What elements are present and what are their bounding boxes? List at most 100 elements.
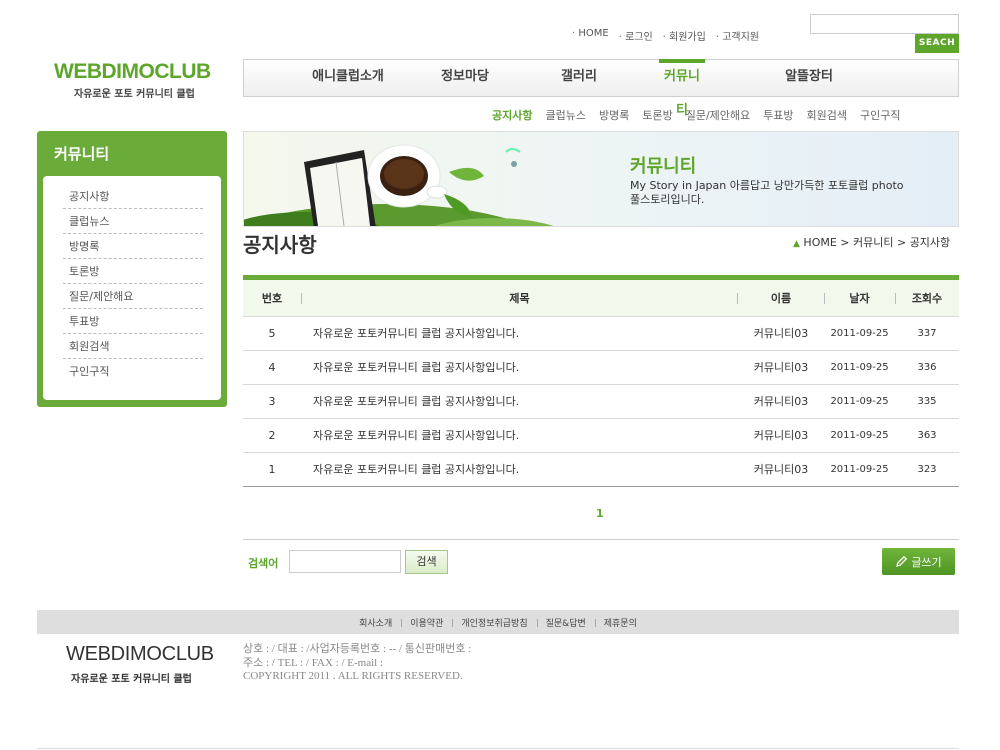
footer-info-line2: 주소 : / TEL : / FAX : / E-mail : bbox=[243, 656, 384, 669]
cell-date: 2011-09-25 bbox=[830, 463, 889, 475]
sidebar-item-qna[interactable]: 질문/제안해요 bbox=[63, 284, 203, 309]
subnav-member-search[interactable]: 회원검색 bbox=[807, 107, 847, 123]
notice-board: 번호 제목 이름 날자 조회수 5 자유로운 포토커뮤니티 클럽 공지사항입니다… bbox=[243, 275, 959, 487]
site-logo[interactable]: WEBDIMOCLUB 자유로운 포토 커뮤니티 클럽 bbox=[54, 60, 211, 100]
cell-views: 337 bbox=[917, 327, 937, 339]
subnav-jobs[interactable]: 구인구직 bbox=[860, 107, 900, 123]
footer-link-privacy[interactable]: 개인정보취급방침 bbox=[452, 616, 536, 629]
footer-logo: WEBDIMOCLUB 자유로운 포토 커뮤니티 클럽 bbox=[66, 643, 214, 685]
sub-nav: 공지사항 클럽뉴스 방명록 토론방 질문/제안해요 투표방 회원검색 구인구직 bbox=[492, 107, 901, 123]
footer-links: 회사소개 이용약관 개인정보취급방침 질문&답변 제휴문의 bbox=[37, 610, 959, 634]
subnav-guestbook[interactable]: 방명록 bbox=[599, 107, 629, 123]
write-button[interactable]: 글쓰기 bbox=[882, 548, 955, 575]
home-arrow-icon: ▲ bbox=[793, 239, 800, 249]
sidebar-item-member-search[interactable]: 회원검색 bbox=[63, 334, 203, 359]
community-banner: 커뮤니티 My Story in Japan 아름답고 낭만가득한 포토클럽 p… bbox=[243, 131, 959, 227]
cell-no: 1 bbox=[268, 462, 276, 476]
cell-views: 323 bbox=[917, 463, 937, 475]
sidebar-menu: 공지사항 클럽뉴스 방명록 토론방 질문/제안해요 투표방 회원검색 구인구직 bbox=[43, 176, 221, 400]
banner-illustration bbox=[244, 144, 554, 226]
page-title: 공지사항 bbox=[243, 233, 317, 257]
site-search-button[interactable]: SEACH bbox=[915, 34, 959, 53]
logo-tagline: 자유로운 포토 커뮤니티 클럽 bbox=[74, 89, 195, 100]
main-nav: 애니클럽소개 정보마당 갤러리 커뮤니티 알뜰장터 bbox=[243, 59, 959, 118]
sidebar-item-vote[interactable]: 투표방 bbox=[63, 309, 203, 334]
cell-no: 5 bbox=[268, 326, 276, 340]
table-row[interactable]: 2 자유로운 포토커뮤니티 클럽 공지사항입니다. 커뮤니티03 2011-09… bbox=[243, 418, 959, 452]
cell-name: 커뮤니티03 bbox=[753, 395, 809, 408]
nav-item-about[interactable]: 애니클럽소개 bbox=[282, 60, 414, 96]
cell-subject[interactable]: 자유로운 포토커뮤니티 클럽 공지사항입니다. bbox=[301, 316, 738, 350]
sidebar-item-guestbook[interactable]: 방명록 bbox=[63, 234, 203, 259]
subnav-notice[interactable]: 공지사항 bbox=[492, 107, 532, 123]
cell-subject[interactable]: 자유로운 포토커뮤니티 클럽 공지사항입니다. bbox=[301, 452, 738, 486]
footer-copyright: COPYRIGHT 2011 . ALL RIGHTS RESERVED. bbox=[243, 670, 463, 682]
bottom-divider bbox=[37, 748, 959, 749]
header-date: 날자 bbox=[824, 280, 895, 316]
table-row[interactable]: 3 자유로운 포토커뮤니티 클럽 공지사항입니다. 커뮤니티03 2011-09… bbox=[243, 384, 959, 418]
footer-company-info: 상호 : / 대표 : /사업자등록번호 : -- / 통신판매번호 : 주소 … bbox=[243, 643, 471, 684]
table-row[interactable]: 5 자유로운 포토커뮤니티 클럽 공지사항입니다. 커뮤니티03 2011-09… bbox=[243, 316, 959, 350]
breadcrumb: ▲ HOME > 커뮤니티 > 공지사항 bbox=[793, 234, 950, 250]
subnav-club-news[interactable]: 클럽뉴스 bbox=[545, 107, 585, 123]
cell-date: 2011-09-25 bbox=[830, 429, 889, 441]
footer-link-terms[interactable]: 이용약관 bbox=[401, 616, 452, 629]
pagination-current-page[interactable]: 1 bbox=[596, 507, 604, 520]
cell-views: 336 bbox=[917, 361, 937, 373]
site-search-input[interactable] bbox=[810, 14, 959, 34]
footer-link-partnership[interactable]: 제휴문의 bbox=[594, 616, 646, 629]
banner-description: My Story in Japan 아름답고 낭만가득한 포토클럽 photo … bbox=[630, 179, 940, 207]
footer-logo-name: WEBDIMOCLUB bbox=[66, 643, 214, 665]
header-subject: 제목 bbox=[301, 280, 738, 316]
board-search-input[interactable] bbox=[289, 550, 401, 573]
cell-date: 2011-09-25 bbox=[830, 395, 889, 407]
nav-item-gallery[interactable]: 갤러리 bbox=[533, 60, 625, 96]
divider bbox=[243, 539, 959, 540]
footer-info-line1: 상호 : / 대표 : /사업자등록번호 : -- / 통신판매번호 : bbox=[243, 643, 472, 655]
nav-item-community[interactable]: 커뮤니티 bbox=[659, 59, 705, 118]
cell-views: 335 bbox=[917, 395, 937, 407]
cell-subject[interactable]: 자유로운 포토커뮤니티 클럽 공지사항입니다. bbox=[301, 350, 738, 384]
sidebar-item-club-news[interactable]: 클럽뉴스 bbox=[63, 209, 203, 234]
subnav-discussion[interactable]: 토론방 bbox=[642, 107, 672, 123]
header-no: 번호 bbox=[261, 291, 283, 305]
top-link-support[interactable]: 고객지원 bbox=[716, 28, 759, 43]
top-link-login[interactable]: 로그인 bbox=[619, 28, 653, 43]
write-button-label: 글쓰기 bbox=[911, 555, 942, 569]
sidebar-title: 커뮤니티 bbox=[54, 145, 110, 163]
cell-subject[interactable]: 자유로운 포토커뮤니티 클럽 공지사항입니다. bbox=[301, 384, 738, 418]
subnav-qna[interactable]: 질문/제안해요 bbox=[686, 107, 750, 123]
cell-views: 363 bbox=[917, 429, 937, 441]
footer-link-qna[interactable]: 질문&답변 bbox=[536, 616, 595, 629]
header-views: 조회수 bbox=[895, 280, 959, 316]
sidebar: 커뮤니티 공지사항 클럽뉴스 방명록 토론방 질문/제안해요 투표방 회원검색 … bbox=[37, 131, 227, 407]
header-name: 이름 bbox=[770, 291, 792, 305]
footer-link-company[interactable]: 회사소개 bbox=[350, 616, 401, 629]
nav-item-info[interactable]: 정보마당 bbox=[424, 60, 506, 96]
logo-name: WEBDIMOCLUB bbox=[54, 60, 211, 83]
banner-desc-line1: My Story in Japan 아름답고 낭만가득한 포토클럽 photo bbox=[630, 179, 904, 192]
table-header-row: 번호 제목 이름 날자 조회수 bbox=[243, 280, 959, 316]
top-link-signup[interactable]: 회원가입 bbox=[663, 28, 706, 43]
sidebar-item-jobs[interactable]: 구인구직 bbox=[63, 359, 203, 384]
subnav-vote[interactable]: 투표방 bbox=[763, 107, 793, 123]
banner-title: 커뮤니티 bbox=[630, 156, 697, 177]
sidebar-item-discussion[interactable]: 토론방 bbox=[63, 259, 203, 284]
banner-desc-line2: 풀스토리입니다. bbox=[630, 193, 705, 206]
cell-name: 커뮤니티03 bbox=[753, 327, 809, 340]
cell-subject[interactable]: 자유로운 포토커뮤니티 클럽 공지사항입니다. bbox=[301, 418, 738, 452]
table-row[interactable]: 4 자유로운 포토커뮤니티 클럽 공지사항입니다. 커뮤니티03 2011-09… bbox=[243, 350, 959, 384]
board-search-button[interactable]: 검색 bbox=[405, 550, 448, 574]
cell-no: 2 bbox=[268, 428, 276, 442]
table-row[interactable]: 1 자유로운 포토커뮤니티 클럽 공지사항입니다. 커뮤니티03 2011-09… bbox=[243, 452, 959, 486]
footer-logo-tagline: 자유로운 포토 커뮤니티 클럽 bbox=[71, 674, 192, 685]
top-utility-links: HOME 로그인 회원가입 고객지원 bbox=[572, 28, 759, 43]
sidebar-item-notice[interactable]: 공지사항 bbox=[63, 184, 203, 209]
board-search-label: 검색어 bbox=[248, 557, 279, 570]
pencil-icon bbox=[896, 555, 908, 567]
notice-table: 번호 제목 이름 날자 조회수 5 자유로운 포토커뮤니티 클럽 공지사항입니다… bbox=[243, 280, 959, 487]
top-link-home[interactable]: HOME bbox=[572, 28, 608, 43]
nav-item-market[interactable]: 알뜰장터 bbox=[761, 60, 857, 96]
breadcrumb-text[interactable]: HOME > 커뮤니티 > 공지사항 bbox=[803, 236, 950, 249]
cell-name: 커뮤니티03 bbox=[753, 429, 809, 442]
